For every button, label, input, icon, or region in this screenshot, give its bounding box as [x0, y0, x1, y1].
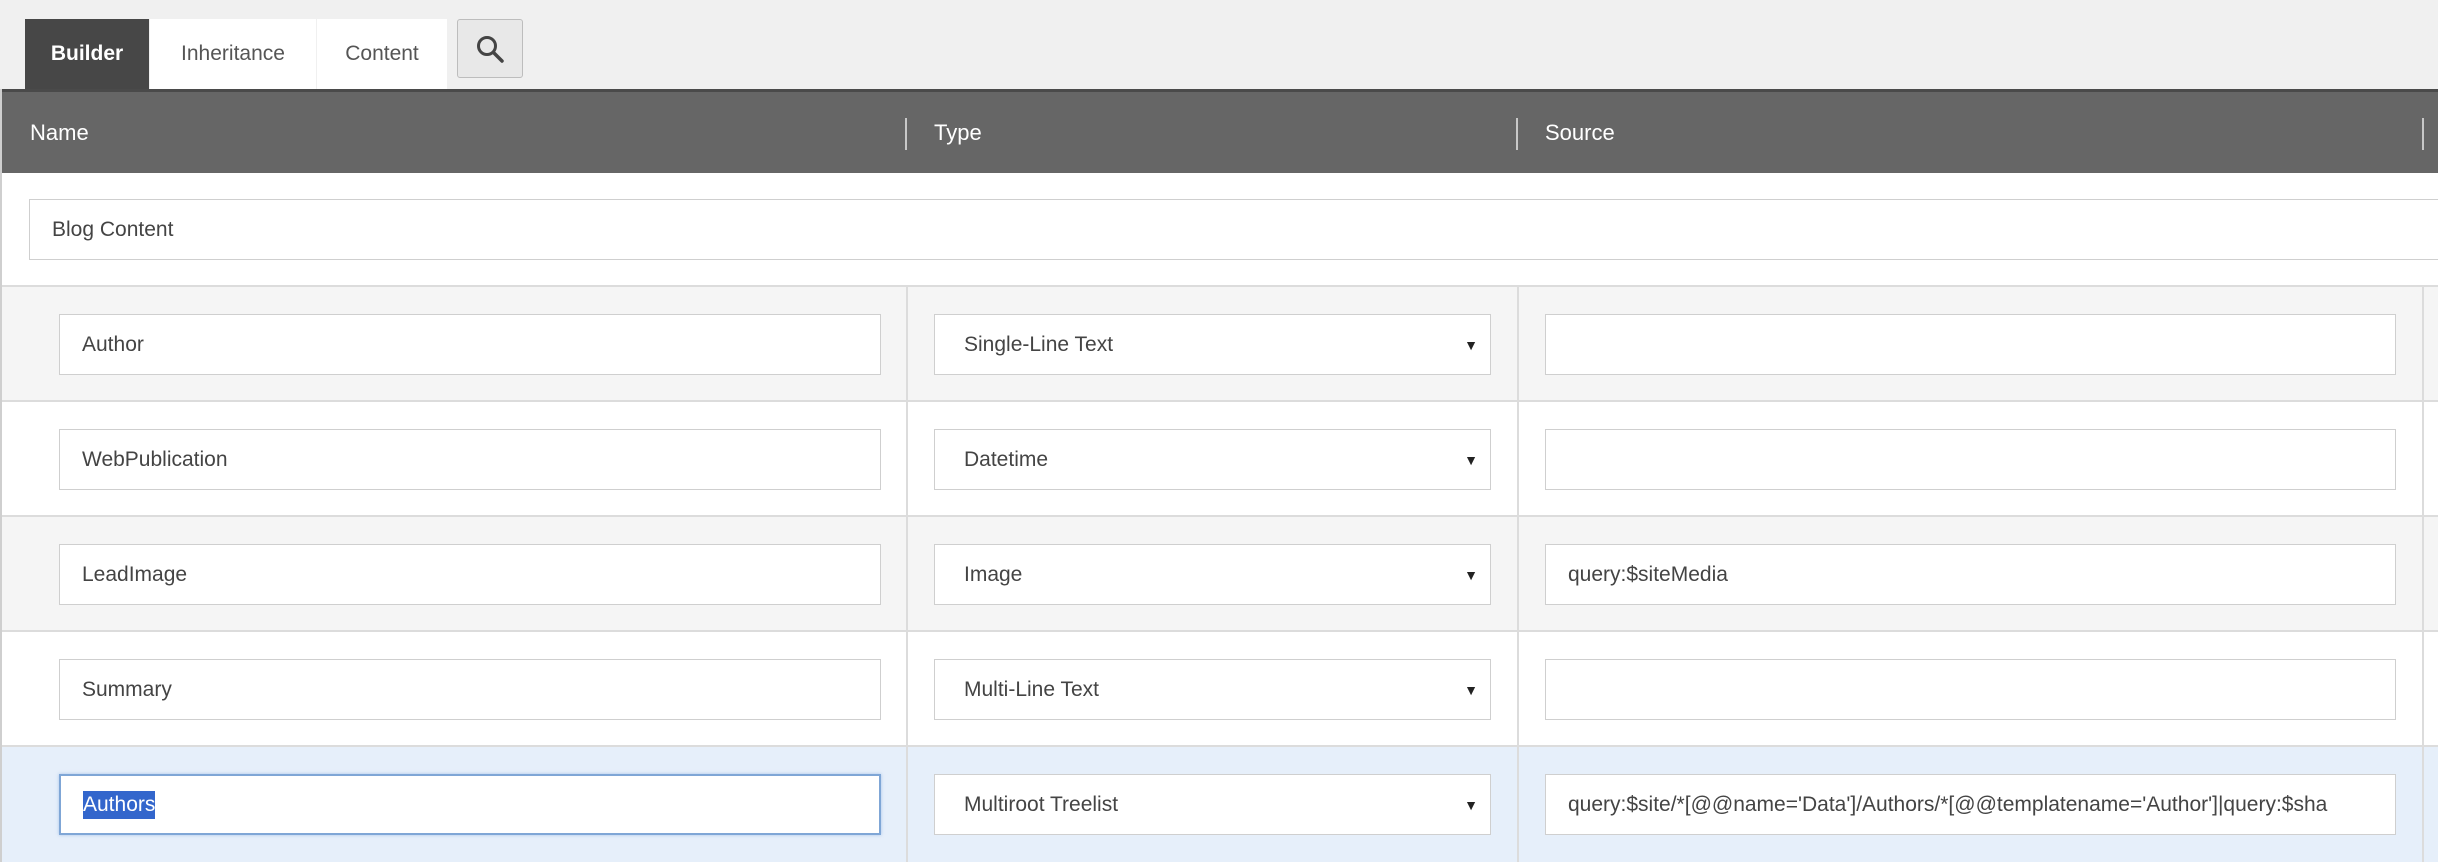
field-type-value: Single-Line Text [964, 332, 1114, 356]
field-type-value: Datetime [964, 447, 1049, 471]
dropdown-arrow-icon: ▼ [1464, 566, 1478, 583]
field-type-value: Multi-Line Text [964, 677, 1100, 701]
field-source-input[interactable] [1545, 314, 2396, 375]
search-button[interactable] [457, 19, 523, 78]
field-type-value: Multiroot Treelist [964, 792, 1119, 816]
tab-builder[interactable]: Builder [25, 19, 149, 89]
column-divider [1517, 287, 1519, 400]
selected-text: Authors [83, 790, 156, 819]
section-row: Blog Content [2, 173, 2438, 287]
field-row: WebPublication Datetime ▼ [2, 402, 2438, 517]
field-row: Summary Multi-Line Text ▼ [2, 632, 2438, 747]
field-name-input[interactable]: Authors [59, 774, 881, 835]
field-source-input[interactable] [1545, 429, 2396, 490]
column-divider [1517, 402, 1519, 515]
column-header-source: Source [1545, 119, 1615, 145]
grid-header: Name Type Source [2, 89, 2438, 173]
field-type-select[interactable]: Multiroot Treelist ▼ [934, 774, 1491, 835]
field-source-input[interactable] [1545, 659, 2396, 720]
column-divider [2422, 402, 2424, 515]
dropdown-arrow-icon: ▼ [1464, 681, 1478, 698]
section-name-input[interactable]: Blog Content [29, 199, 2438, 260]
column-divider [1517, 632, 1519, 745]
column-header-type: Type [934, 119, 982, 145]
column-divider [906, 632, 908, 745]
template-builder-grid: Name Type Source Blog Content Author Sin… [0, 89, 2438, 862]
column-divider[interactable] [1516, 118, 1518, 150]
tab-bar: Builder Inheritance Content [0, 0, 2438, 89]
field-type-select[interactable]: Datetime ▼ [934, 429, 1491, 490]
field-source-input[interactable]: query:$site/*[@@name='Data']/Authors/*[@… [1545, 774, 2396, 835]
column-divider[interactable] [905, 118, 907, 150]
field-type-select[interactable]: Multi-Line Text ▼ [934, 659, 1491, 720]
column-header-name: Name [30, 119, 89, 145]
field-type-value: Image [964, 562, 1023, 586]
field-name-input[interactable]: Author [59, 314, 881, 375]
column-divider [906, 747, 908, 862]
column-divider [906, 517, 908, 630]
dropdown-arrow-icon: ▼ [1464, 796, 1478, 813]
field-name-input[interactable]: WebPublication [59, 429, 881, 490]
field-type-select[interactable]: Image ▼ [934, 544, 1491, 605]
field-source-input[interactable]: query:$siteMedia [1545, 544, 2396, 605]
field-name-input[interactable]: LeadImage [59, 544, 881, 605]
field-row-selected: Authors Multiroot Treelist ▼ query:$site/… [2, 747, 2438, 862]
field-name-input[interactable]: Summary [59, 659, 881, 720]
column-divider [906, 402, 908, 515]
column-divider[interactable] [2422, 118, 2424, 150]
column-divider [2422, 517, 2424, 630]
field-row: LeadImage Image ▼ query:$siteMedia [2, 517, 2438, 632]
search-icon [477, 35, 504, 63]
tab-inheritance[interactable]: Inheritance [150, 19, 316, 89]
column-divider [1517, 747, 1519, 862]
column-divider [2422, 287, 2424, 400]
field-row: Author Single-Line Text ▼ [2, 287, 2438, 402]
column-divider [2422, 747, 2424, 862]
column-divider [2422, 632, 2424, 745]
field-type-select[interactable]: Single-Line Text ▼ [934, 314, 1491, 375]
column-divider [1517, 517, 1519, 630]
tab-content[interactable]: Content [317, 19, 447, 89]
column-divider [906, 287, 908, 400]
dropdown-arrow-icon: ▼ [1464, 451, 1478, 468]
dropdown-arrow-icon: ▼ [1464, 336, 1478, 353]
